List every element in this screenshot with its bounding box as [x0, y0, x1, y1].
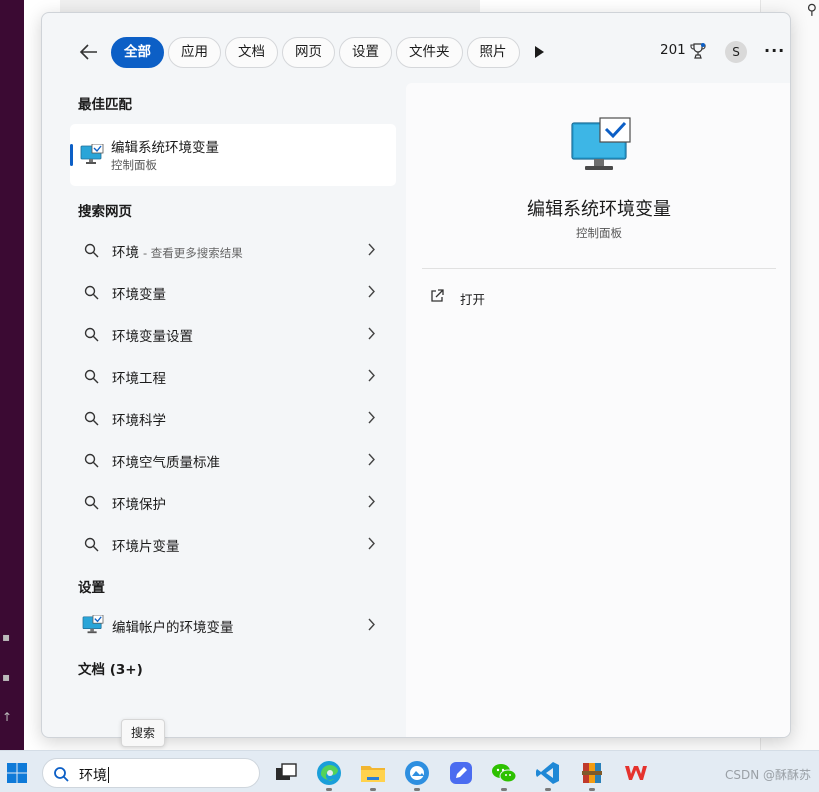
search-icon [84, 327, 99, 342]
tab-1[interactable]: 应用 [168, 37, 221, 68]
search-icon [84, 495, 99, 510]
running-indicator [370, 788, 376, 791]
web-result-row[interactable]: 环境变量 [70, 273, 396, 311]
web-result-label: 环境科学 [112, 413, 166, 429]
running-indicator [545, 788, 551, 791]
settings-heading: 设置 [78, 580, 105, 596]
running-indicator [326, 788, 332, 791]
web-result-row[interactable]: 环境保护 [70, 483, 396, 521]
preview-divider [422, 268, 776, 269]
archive-app-icon[interactable] [578, 759, 606, 787]
search-icon [84, 411, 99, 426]
running-indicator [589, 788, 595, 791]
web-result-label: 环境工程 [112, 371, 166, 387]
documents-heading[interactable]: 文档 (3+) [78, 658, 143, 678]
more-tabs-play-icon[interactable] [532, 44, 546, 60]
chevron-right-icon [368, 411, 375, 424]
briefcase-icon: ▪ [2, 670, 11, 684]
wps-office-icon[interactable] [622, 759, 650, 787]
upload-icon: ↑ [2, 710, 13, 724]
taskbar: 环境 CSDN @酥酥苏 [0, 750, 819, 792]
open-external-icon [431, 289, 444, 302]
account-env-monitor-icon [82, 615, 104, 634]
tab-5[interactable]: 文件夹 [396, 37, 463, 68]
user-avatar[interactable]: S [725, 41, 747, 63]
tab-3[interactable]: 网页 [282, 37, 335, 68]
chevron-right-icon [368, 453, 375, 466]
chevron-right-icon [368, 369, 375, 382]
web-result-row[interactable]: 环境空气质量标准 [70, 441, 396, 479]
back-arrow-icon[interactable] [78, 41, 100, 63]
best-match-result[interactable]: 编辑系统环境变量 控制面板 [70, 124, 396, 186]
vscode-icon[interactable] [534, 759, 562, 787]
tab-6[interactable]: 照片 [466, 37, 520, 68]
web-result-label: 环境 - 查看更多搜索结果 [112, 245, 243, 261]
web-search-heading: 搜索网页 [78, 204, 132, 220]
search-icon [84, 285, 99, 300]
web-result-label: 环境保护 [112, 497, 166, 513]
open-action-label: 打开 [460, 292, 486, 307]
web-result-label: 环境变量设置 [112, 329, 193, 345]
chevron-right-icon [368, 243, 375, 256]
system-settings-monitor-icon [80, 144, 104, 164]
file-explorer-icon[interactable] [359, 759, 387, 787]
chevron-right-icon [368, 285, 375, 298]
filter-tabs: 全部 应用 文档 网页 设置 文件夹 照片 [111, 37, 520, 68]
web-result-row[interactable]: 环境变量设置 [70, 315, 396, 353]
tab-0[interactable]: 全部 [111, 37, 164, 68]
web-result-label: 环境片变量 [112, 539, 180, 555]
preview-title: 编辑系统环境变量 [527, 199, 671, 220]
web-result-row[interactable]: 环境工程 [70, 357, 396, 395]
filter-bar: 全部 应用 文档 网页 设置 文件夹 照片 201 S ··· [42, 13, 790, 83]
search-icon [84, 537, 99, 552]
wechat-icon[interactable] [490, 759, 518, 787]
web-result-row[interactable]: 环境片变量 [70, 525, 396, 563]
search-icon [84, 243, 99, 258]
web-result-label: 环境空气质量标准 [112, 455, 220, 471]
preview-pane: 编辑系统环境变量 控制面板 打开 [406, 83, 790, 737]
running-indicator [414, 788, 420, 791]
best-match-title: 编辑系统环境变量 [111, 140, 219, 156]
tab-2[interactable]: 文档 [225, 37, 278, 68]
search-tooltip: 搜索 [121, 719, 166, 747]
chevron-right-icon [368, 618, 375, 631]
background-search-icon: ⚲ [806, 2, 817, 18]
chevron-right-icon [368, 495, 375, 508]
web-result-hint: - 查看更多搜索结果 [143, 246, 243, 260]
system-settings-large-icon [571, 117, 631, 170]
search-icon [54, 767, 69, 782]
search-icon [84, 369, 99, 384]
running-indicator [501, 788, 507, 791]
task-view-icon[interactable] [272, 759, 300, 787]
taskbar-search-input[interactable]: 环境 [42, 758, 260, 788]
rewards-trophy-icon[interactable] [690, 42, 706, 60]
settings-result-label: 编辑帐户的环境变量 [112, 620, 234, 636]
csdn-watermark: CSDN @酥酥苏 [724, 768, 811, 782]
more-options-button[interactable]: ··· [764, 41, 785, 60]
selection-indicator [70, 144, 73, 166]
web-result-label: 环境变量 [112, 287, 166, 303]
rewards-points: 201 [660, 42, 686, 58]
best-match-subtitle: 控制面板 [111, 158, 157, 172]
photos-app-icon[interactable] [403, 759, 431, 787]
notes-app-icon[interactable] [447, 759, 475, 787]
search-panel: 全部 应用 文档 网页 设置 文件夹 照片 201 S ··· 最佳匹配 编辑系统环境变量 … [41, 12, 791, 738]
web-result-row[interactable]: 环境 - 查看更多搜索结果 [70, 231, 396, 269]
web-result-row[interactable]: 环境科学 [70, 399, 396, 437]
edge-browser-icon[interactable] [315, 759, 343, 787]
best-match-heading: 最佳匹配 [78, 97, 132, 113]
background-sidebar-icons: ▪ ▪ ↑ [0, 630, 24, 750]
tab-4[interactable]: 设置 [339, 37, 392, 68]
settings-result-row[interactable]: 编辑帐户的环境变量 [70, 606, 396, 644]
search-icon [84, 453, 99, 468]
chevron-right-icon [368, 537, 375, 550]
camera-icon: ▪ [2, 630, 11, 644]
search-input-value: 环境 [79, 767, 109, 784]
chevron-right-icon [368, 327, 375, 340]
windows-start-icon[interactable] [6, 762, 28, 784]
preview-subtitle: 控制面板 [576, 226, 622, 240]
